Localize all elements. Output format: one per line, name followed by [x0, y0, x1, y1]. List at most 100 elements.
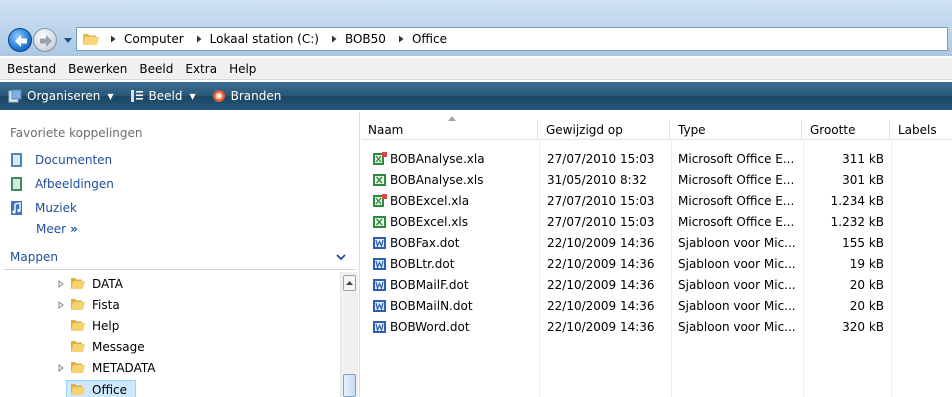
tree-item-metadata[interactable]: METADATA	[57, 358, 155, 377]
breadcrumb-separator-icon[interactable]	[329, 34, 339, 44]
chevron-up-icon	[346, 281, 353, 285]
breadcrumb-bob50[interactable]: BOB50	[343, 32, 388, 46]
organize-label: Organiseren	[27, 89, 101, 103]
column-header-modified[interactable]: Gewijzigd op	[540, 120, 670, 140]
file-modified-date: 22/10/2009 14:36	[547, 257, 655, 271]
file-row[interactable]: BOBWord.dot 22/10/2009 14:36 Sjabloon voor…	[362, 317, 952, 338]
column-header-label: Type	[678, 123, 706, 137]
breadcrumb-separator-icon[interactable]	[108, 34, 118, 44]
chevron-down-icon[interactable]	[335, 252, 347, 262]
file-name: BOBLtr.dot	[390, 257, 455, 271]
menu-file[interactable]: Bestand	[7, 62, 56, 76]
file-row[interactable]: BOBMailN.dot 22/10/2009 14:36 Sjabloon voo…	[362, 296, 952, 317]
file-size: 301 kB	[842, 173, 884, 187]
file-name: BOBMailN.dot	[390, 299, 473, 313]
file-row[interactable]: BOBExcel.xls 27/07/2010 15:03 Microsoft Of…	[362, 212, 952, 233]
address-field[interactable]: Computer Lokaal station (C:) BOB50 Offic…	[76, 27, 948, 51]
breadcrumb-separator-icon[interactable]	[396, 34, 406, 44]
file-modified-date: 22/10/2009 14:36	[547, 278, 655, 292]
organize-icon	[8, 89, 22, 103]
column-header-size[interactable]: Grootte	[804, 120, 890, 140]
folder-icon	[71, 341, 85, 352]
forward-arrow-icon	[40, 35, 52, 47]
sort-ascending-icon	[448, 116, 456, 121]
file-name: BOBFax.dot	[390, 236, 460, 250]
scrollbar-thumb[interactable]	[343, 374, 356, 397]
favorite-link-label: Documenten	[35, 153, 113, 167]
column-header-type[interactable]: Type	[672, 120, 802, 140]
back-button[interactable]	[8, 28, 32, 52]
file-name: BOBAnalyse.xls	[390, 173, 484, 187]
column-header-labels[interactable]: Labels	[892, 120, 952, 140]
word-template-icon	[372, 277, 388, 293]
excel-file-icon	[372, 172, 388, 188]
file-size: 155 kB	[842, 236, 884, 250]
file-name: BOBExcel.xla	[390, 194, 470, 208]
file-modified-date: 27/07/2010 15:03	[547, 215, 655, 229]
file-modified-date: 22/10/2009 14:36	[547, 299, 655, 313]
column-header-label: Grootte	[810, 123, 856, 137]
file-modified-date: 31/05/2010 8:32	[547, 173, 647, 187]
tree-item-office[interactable]: Office	[70, 380, 127, 397]
favorite-link-pictures[interactable]: Afbeeldingen	[10, 176, 114, 192]
expand-arrow-icon[interactable]	[57, 300, 65, 309]
more-links-button[interactable]: Meer»	[36, 222, 78, 236]
breadcrumb-computer[interactable]: Computer	[122, 32, 186, 46]
file-row[interactable]: BOBFax.dot 22/10/2009 14:36 Sjabloon voor …	[362, 233, 952, 254]
favorite-link-music[interactable]: Muziek	[10, 200, 77, 216]
folder-icon	[83, 34, 99, 45]
menu-view[interactable]: Beeld	[139, 62, 173, 76]
folder-icon	[71, 384, 85, 395]
view-button[interactable]: Beeld ▼	[130, 89, 196, 103]
excel-addin-icon	[372, 193, 388, 209]
favorite-link-documents[interactable]: Documenten	[10, 152, 112, 168]
file-size: 20 kB	[849, 278, 884, 292]
menu-tools[interactable]: Extra	[185, 62, 217, 76]
tree-item-data[interactable]: DATA	[57, 274, 123, 293]
pictures-icon	[11, 177, 22, 191]
file-row[interactable]: BOBExcel.xla 27/07/2010 15:03 Microsoft Of…	[362, 191, 952, 212]
forward-button[interactable]	[33, 28, 57, 52]
word-template-icon	[372, 256, 388, 272]
favorite-link-label: Muziek	[35, 201, 77, 215]
menu-help[interactable]: Help	[229, 62, 256, 76]
divider	[4, 269, 356, 270]
file-row[interactable]: BOBAnalyse.xls 31/05/2010 8:32 Microsoft O…	[362, 170, 952, 191]
breadcrumb-office[interactable]: Office	[410, 32, 449, 46]
menu-bar: Bestand Bewerken Beeld Extra Help	[0, 58, 952, 80]
file-type: Sjabloon voor Mic...	[678, 320, 796, 334]
file-row[interactable]: BOBMailF.dot 22/10/2009 14:36 Sjabloon voo…	[362, 275, 952, 296]
command-toolbar: Organiseren ▼ Beeld ▼ Branden	[0, 82, 952, 110]
tree-item-help[interactable]: Help	[70, 316, 119, 335]
expand-arrow-icon[interactable]	[57, 363, 65, 372]
folders-header[interactable]: Mappen	[10, 250, 360, 264]
file-type: Microsoft Office E...	[678, 152, 795, 166]
burn-button[interactable]: Branden	[212, 89, 282, 103]
file-type: Sjabloon voor Mic...	[678, 236, 796, 250]
breadcrumb-separator-icon[interactable]	[194, 34, 204, 44]
file-row[interactable]: BOBLtr.dot 22/10/2009 14:36 Sjabloon voor …	[362, 254, 952, 275]
organize-button[interactable]: Organiseren ▼	[8, 89, 114, 103]
file-type: Sjabloon voor Mic...	[678, 278, 796, 292]
breadcrumb-local-drive[interactable]: Lokaal station (C:)	[208, 32, 321, 46]
tree-item-message[interactable]: Message	[70, 337, 145, 356]
favorite-links-header: Favoriete koppelingen	[10, 126, 143, 140]
word-template-icon	[372, 298, 388, 314]
file-type: Sjabloon voor Mic...	[678, 299, 796, 313]
scroll-up-button[interactable]	[343, 275, 356, 291]
burn-label: Branden	[230, 89, 282, 103]
column-header-name[interactable]: Naam	[362, 116, 538, 140]
file-name: BOBMailF.dot	[390, 278, 469, 292]
file-modified-date: 27/07/2010 15:03	[547, 194, 655, 208]
tree-item-label: Fista	[92, 297, 120, 312]
expand-arrow-icon[interactable]	[57, 279, 65, 288]
file-row[interactable]: BOBAnalyse.xla 27/07/2010 15:03 Microsoft …	[362, 149, 952, 170]
menu-edit[interactable]: Bewerken	[68, 62, 127, 76]
tree-item-label: Message	[92, 339, 145, 354]
tree-item-label: Help	[92, 318, 120, 333]
tree-item-fista[interactable]: Fista	[57, 295, 120, 314]
recent-pages-dropdown[interactable]	[63, 36, 73, 44]
file-type: Sjabloon voor Mic...	[678, 257, 796, 271]
double-chevron-right-icon: »	[70, 222, 78, 236]
file-size: 311 kB	[842, 152, 884, 166]
